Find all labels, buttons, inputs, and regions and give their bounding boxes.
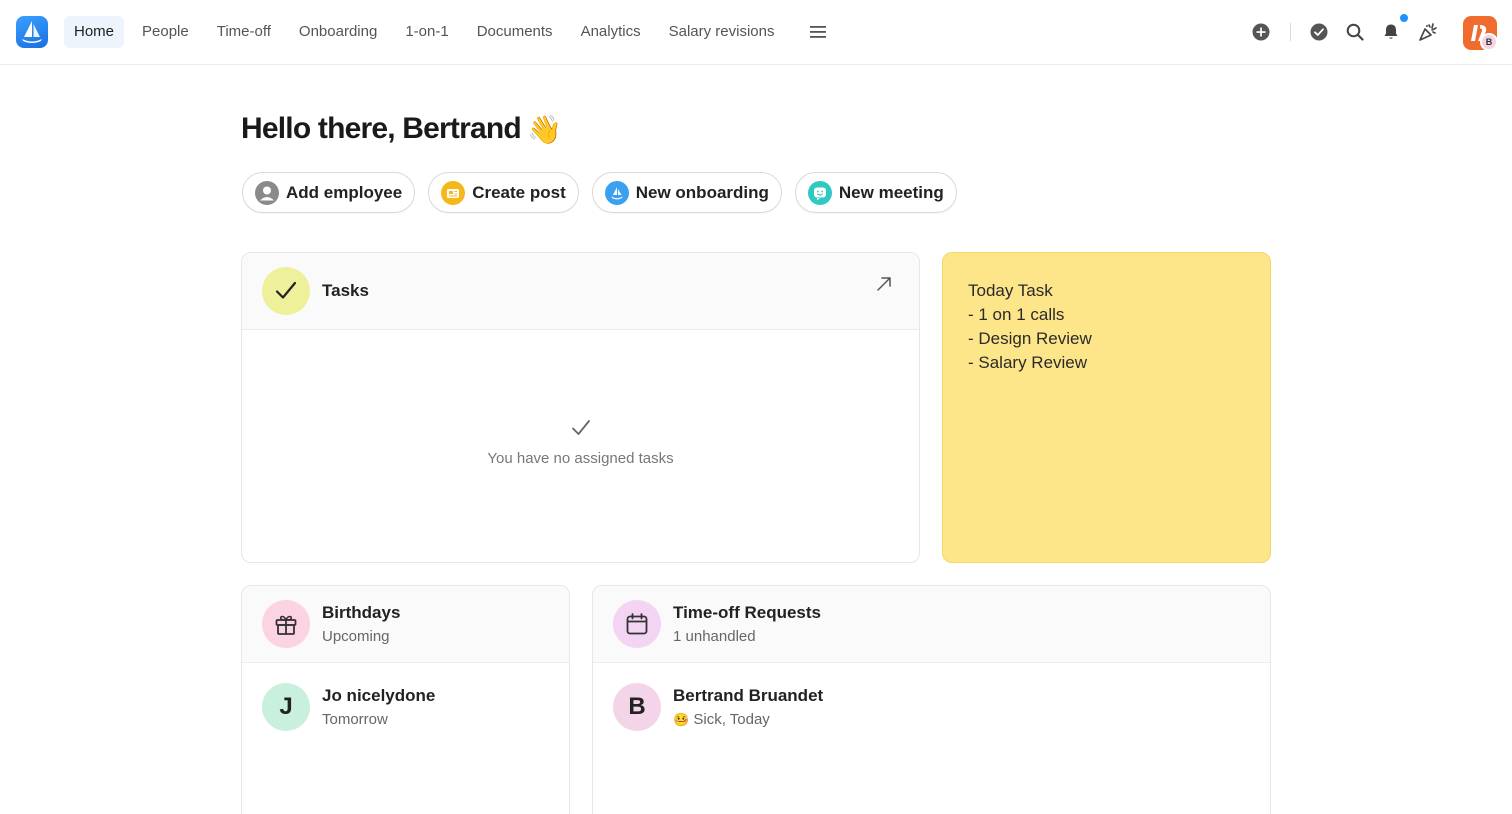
tasks-check-icon	[262, 267, 310, 315]
greeting-heading: Hello there, Bertrand 👋	[241, 112, 562, 146]
search-icon[interactable]	[1343, 20, 1367, 44]
greeting-text: Hello there, Bertrand	[241, 112, 522, 145]
nav-item-salary-revisions[interactable]: Salary revisions	[659, 16, 785, 48]
avatar: B	[613, 683, 661, 731]
add-circle-icon[interactable]	[1249, 20, 1273, 44]
empty-check-icon	[571, 420, 590, 435]
nav-item-home[interactable]: Home	[64, 16, 125, 48]
expand-arrow-icon[interactable]	[875, 275, 893, 293]
note-line: - 1 on 1 calls	[968, 305, 1065, 324]
birthdays-title: Birthdays	[322, 603, 401, 622]
avatar: J	[262, 683, 310, 731]
request-detail: 🤒 Sick, Today	[673, 711, 770, 728]
nav-item-time-off[interactable]: Time-off	[207, 16, 281, 48]
bell-icon[interactable]	[1379, 20, 1403, 44]
birthday-when: Tomorrow	[322, 711, 388, 728]
sticky-note[interactable]: Today Task - 1 on 1 calls - Design Revie…	[942, 252, 1271, 563]
birthdays-card-header[interactable]: Birthdays Upcoming	[242, 586, 569, 663]
birthdays-card: Birthdays Upcoming J Jo nicelydone Tomor…	[241, 585, 570, 814]
birthday-person-name: Jo nicelydone	[322, 686, 436, 705]
confetti-icon[interactable]	[1416, 20, 1440, 44]
nav-item-analytics[interactable]: Analytics	[571, 16, 651, 48]
request-person-name: Bertrand Bruandet	[673, 686, 824, 705]
nav-item-1-on-1[interactable]: 1-on-1	[395, 16, 458, 48]
note-line: Today Task	[968, 281, 1053, 300]
main-nav: Home People Time-off Onboarding 1-on-1 D…	[64, 16, 830, 48]
hamburger-menu-icon[interactable]	[806, 16, 830, 48]
waving-hand-emoji: 👋	[526, 113, 562, 145]
note-line: - Salary Review	[968, 353, 1088, 372]
nav-item-documents[interactable]: Documents	[467, 16, 563, 48]
user-avatar-badge[interactable]: B	[1480, 33, 1498, 51]
new-meeting-button[interactable]: New meeting	[794, 172, 957, 213]
note-line: - Design Review	[968, 329, 1092, 348]
create-post-label: Create post	[472, 182, 566, 202]
tasks-title: Tasks	[322, 281, 369, 300]
tasks-card-header: Tasks	[242, 253, 919, 330]
add-employee-label: Add employee	[286, 182, 403, 202]
tasks-empty-text: You have no assigned tasks	[487, 450, 674, 467]
new-onboarding-label: New onboarding	[635, 182, 769, 202]
app-logo-icon[interactable]	[16, 16, 48, 48]
person-icon	[255, 180, 279, 205]
add-employee-button[interactable]: Add employee	[242, 172, 416, 213]
time-off-card-header[interactable]: Time-off Requests 1 unhandled	[593, 586, 1270, 663]
nav-item-onboarding[interactable]: Onboarding	[289, 16, 387, 48]
quick-actions: Add employee Create post New onboarding …	[242, 172, 970, 213]
meeting-icon	[807, 180, 832, 205]
nav-item-people[interactable]: People	[132, 16, 199, 48]
tasks-empty-state: You have no assigned tasks	[242, 417, 919, 467]
check-circle-icon[interactable]	[1307, 20, 1331, 44]
post-icon	[441, 180, 466, 205]
new-onboarding-button[interactable]: New onboarding	[591, 172, 782, 213]
toolbar-divider	[1290, 23, 1291, 41]
notification-dot	[1399, 13, 1409, 23]
time-off-subtitle: 1 unhandled	[673, 628, 756, 645]
request-detail-text: Sick, Today	[693, 711, 770, 728]
time-off-requests-card: Time-off Requests 1 unhandled B Bertrand…	[592, 585, 1271, 814]
top-navigation-bar: Home People Time-off Onboarding 1-on-1 D…	[0, 0, 1512, 65]
sick-face-emoji: 🤒	[673, 712, 690, 727]
tasks-card: Tasks You have no assigned tasks	[241, 252, 920, 563]
calendar-icon	[613, 600, 661, 648]
time-off-title: Time-off Requests	[673, 603, 821, 622]
create-post-button[interactable]: Create post	[428, 172, 579, 213]
birthdays-subtitle: Upcoming	[322, 628, 390, 645]
gift-icon	[262, 600, 310, 648]
new-meeting-label: New meeting	[838, 182, 944, 202]
onboarding-icon	[604, 180, 629, 205]
